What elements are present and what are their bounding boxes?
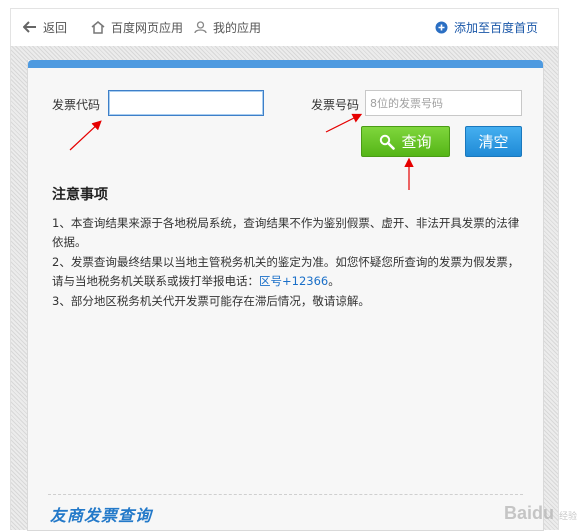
app-frame: 发票代码 发票号码 查询 清空 注意事项 1、本查询结果来源于各地税局系统，查询… <box>10 46 559 531</box>
user-icon <box>194 20 207 33</box>
search-icon <box>380 134 396 150</box>
watermark-brand: Baidu <box>503 503 554 523</box>
watermark-sub: 经验 <box>558 511 577 521</box>
my-apps-link[interactable]: 我的应用 <box>194 19 261 35</box>
clear-button-label: 清空 <box>478 133 509 151</box>
invoice-query-panel: 发票代码 发票号码 查询 清空 注意事项 1、本查询结果来源于各地税局系统，查询… <box>27 60 544 531</box>
notice-item-1: 1、本查询结果来源于各地税局系统，查询结果不作为鉴别假票、虚开、非法开具发票的法… <box>52 216 520 249</box>
my-apps-label: 我的应用 <box>213 20 262 35</box>
panel-header-bar <box>28 60 543 68</box>
invoice-number-label: 发票号码 <box>311 98 360 112</box>
notice-item-3: 3、部分地区税务机关代开发票可能存在滞后情况，敬请谅解。 <box>52 294 370 308</box>
baidu-apps-label: 百度网页应用 <box>111 20 184 35</box>
home-icon <box>91 20 105 34</box>
query-button[interactable]: 查询 <box>361 126 450 157</box>
notice-item-2: 2、发票查询最终结果以当地主管税务机关的鉴定为准。如您怀疑您所查询的发票为假发票… <box>52 253 522 291</box>
clear-button[interactable]: 清空 <box>465 126 522 157</box>
baidu-apps-link[interactable]: 百度网页应用 <box>91 19 183 35</box>
back-arrow-icon <box>23 21 36 33</box>
baidu-watermark: Baidu 经验 <box>504 503 577 524</box>
report-phone-number: 区号+12366 <box>259 274 329 288</box>
add-home-label: 添加至百度首页 <box>454 20 539 35</box>
add-to-home-link[interactable]: 添加至百度首页 <box>435 19 538 35</box>
back-link[interactable]: 返回 <box>23 19 67 35</box>
top-nav-bar: 返回 百度网页应用 我的应用 添加至百度首页 <box>10 8 559 47</box>
invoice-code-input[interactable] <box>108 90 264 116</box>
query-button-label: 查询 <box>401 133 432 151</box>
footer-logo: 友商发票查询 <box>50 506 153 525</box>
invoice-number-input[interactable] <box>365 90 522 116</box>
notice-item-2-end: 。 <box>328 274 340 288</box>
notice-title: 注意事项 <box>52 187 108 203</box>
plus-circle-icon <box>435 21 448 33</box>
footer-divider <box>48 494 523 495</box>
back-label: 返回 <box>43 20 68 35</box>
invoice-code-label: 发票代码 <box>52 98 101 112</box>
